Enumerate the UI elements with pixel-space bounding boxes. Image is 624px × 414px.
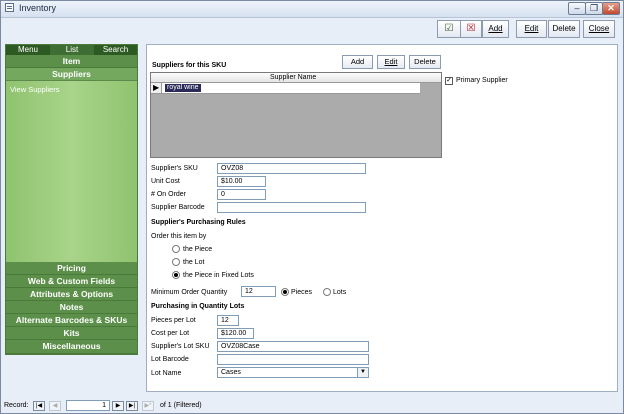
- remove-filter-icon: ☒: [466, 23, 476, 34]
- nav-web-custom-fields[interactable]: Web & Custom Fields: [6, 275, 137, 288]
- lots-heading: Purchasing in Quantity Lots: [151, 303, 245, 310]
- radio-lot[interactable]: [172, 258, 180, 266]
- add-button[interactable]: Add: [482, 20, 509, 38]
- current-record-field[interactable]: 1: [66, 400, 110, 411]
- supplier-name-cell: royal wine: [165, 84, 201, 92]
- nav-submenu: [6, 81, 137, 262]
- lot-name-label: Lot Name: [151, 370, 182, 377]
- radio-lots-label: Lots: [333, 289, 347, 296]
- minimize-button[interactable]: –: [568, 2, 586, 15]
- close-label: Close: [588, 24, 610, 33]
- close-button[interactable]: Close: [583, 20, 615, 38]
- nav-alternate-barcodes[interactable]: Alternate Barcodes & SKUs: [6, 314, 137, 327]
- radio-pieces[interactable]: [281, 288, 289, 296]
- radio-fixed-lots-label: the Piece in Fixed Lots: [183, 272, 254, 279]
- radio-lots[interactable]: [323, 288, 331, 296]
- supplier-delete-button[interactable]: Delete: [409, 55, 441, 69]
- unit-cost-label: Unit Cost: [151, 178, 180, 185]
- supplier-add-button[interactable]: Add: [342, 55, 373, 69]
- column-supplier-name[interactable]: Supplier Name: [270, 74, 316, 81]
- next-record-icon[interactable]: ▶: [112, 401, 124, 411]
- primary-supplier-checkbox[interactable]: ✓: [445, 77, 453, 85]
- min-order-label: Minimum Order Quantity: [151, 289, 228, 296]
- cost-per-lot-label: Cost per Lot: [151, 330, 190, 337]
- close-window-button[interactable]: ✕: [602, 2, 620, 15]
- cost-per-lot-field[interactable]: $120.00: [217, 328, 254, 339]
- radio-pieces-label: Pieces: [291, 289, 313, 296]
- filter-icon-button[interactable]: ☑: [437, 20, 461, 38]
- nav-suppliers[interactable]: Suppliers: [6, 68, 137, 81]
- form-icon: [5, 3, 14, 12]
- lot-name-value: Cases: [221, 369, 241, 376]
- unit-cost-field[interactable]: $10.00: [217, 176, 266, 187]
- sku-field[interactable]: OVZ08: [217, 163, 366, 174]
- supplier-barcode-label: Supplier Barcode: [151, 204, 205, 211]
- nav-kits[interactable]: Kits: [6, 327, 137, 340]
- new-record-icon[interactable]: ▶*: [142, 401, 154, 411]
- record-label: Record:: [4, 402, 29, 409]
- tab-list[interactable]: List: [50, 45, 94, 55]
- tab-menu[interactable]: Menu: [6, 45, 50, 55]
- primary-supplier-label: Primary Supplier: [456, 77, 508, 84]
- radio-piece[interactable]: [172, 245, 180, 253]
- last-record-icon[interactable]: ▶|: [126, 401, 138, 411]
- edit-label: Edit: [524, 24, 539, 33]
- supplier-barcode-field[interactable]: [217, 202, 366, 213]
- on-order-label: # On Order: [151, 191, 187, 198]
- lot-barcode-label: Lot Barcode: [151, 356, 189, 363]
- window-title: Inventory: [19, 3, 57, 13]
- remove-filter-icon-button[interactable]: ☒: [460, 20, 482, 38]
- rules-heading: Supplier's Purchasing Rules: [151, 219, 246, 226]
- pieces-per-lot-field[interactable]: 12: [217, 315, 239, 326]
- sku-label: Supplier's SKU: [151, 165, 198, 172]
- nav-notes[interactable]: Notes: [6, 301, 137, 314]
- restore-button[interactable]: ❐: [585, 2, 603, 15]
- nav-view-suppliers[interactable]: View Suppliers: [10, 85, 59, 94]
- first-record-icon[interactable]: |◀: [33, 401, 45, 411]
- supplier-edit-button[interactable]: Edit: [377, 55, 405, 69]
- previous-record-icon[interactable]: ◀: [49, 401, 61, 411]
- record-count: of 1 (Filtered): [160, 402, 202, 409]
- nav-item[interactable]: Item: [6, 55, 137, 68]
- chevron-down-icon[interactable]: ▼: [357, 368, 368, 377]
- add-label: Add: [488, 24, 503, 33]
- radio-fixed-lots[interactable]: [172, 271, 180, 279]
- row-pointer-icon: ▶: [153, 83, 160, 92]
- row-selector[interactable]: ▶: [151, 83, 162, 94]
- nav-pricing[interactable]: Pricing: [6, 262, 137, 275]
- order-by-label: Order this item by: [151, 233, 207, 240]
- title-bar: [1, 1, 623, 17]
- toolbar-separator: [1, 17, 623, 18]
- lot-name-select[interactable]: Cases: [217, 367, 369, 378]
- nav-miscellaneous[interactable]: Miscellaneous: [6, 340, 137, 354]
- nav-attributes-options[interactable]: Attributes & Options: [6, 288, 137, 301]
- radio-lot-label: the Lot: [183, 259, 205, 266]
- edit-button[interactable]: Edit: [516, 20, 547, 38]
- table-row[interactable]: royal wine: [162, 83, 420, 94]
- lot-sku-field[interactable]: OVZ08Case: [217, 341, 369, 352]
- pieces-per-lot-label: Pieces per Lot: [151, 317, 196, 324]
- suppliers-heading: Suppliers for this SKU: [152, 62, 227, 69]
- filter-icon: ☑: [444, 23, 454, 34]
- supplier-edit-label: Edit: [384, 57, 398, 66]
- delete-label: Delete: [552, 24, 576, 33]
- lot-sku-label: Supplier's Lot SKU: [151, 343, 210, 350]
- min-order-field[interactable]: 12: [241, 286, 276, 297]
- tab-search[interactable]: Search: [94, 45, 137, 55]
- lot-barcode-field[interactable]: [217, 354, 369, 365]
- radio-piece-label: the Piece: [183, 246, 213, 253]
- delete-button[interactable]: Delete: [548, 20, 580, 38]
- on-order-field[interactable]: 0: [217, 189, 266, 200]
